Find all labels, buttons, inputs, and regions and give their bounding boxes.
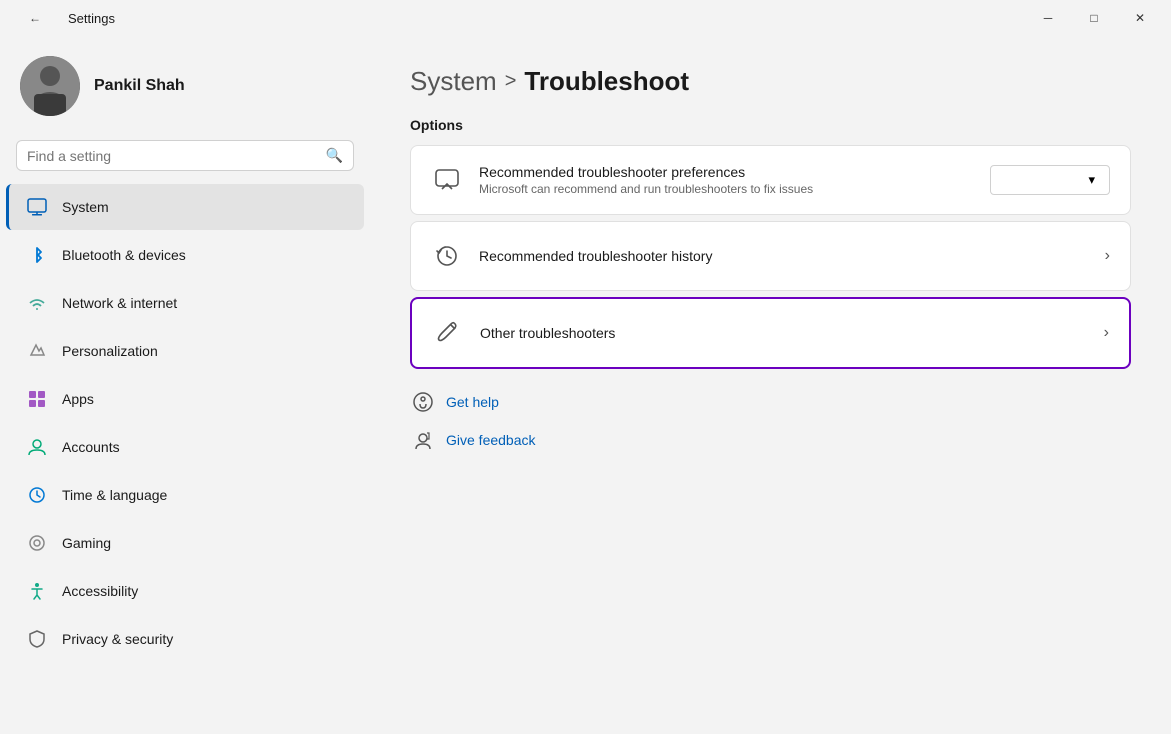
- nav-time-label: Time & language: [62, 487, 167, 503]
- search-icon: 🔍: [326, 147, 343, 164]
- apps-icon: [26, 388, 48, 410]
- chat-icon: [431, 164, 463, 196]
- maximize-button[interactable]: □: [1071, 2, 1117, 34]
- user-name: Pankil Shah: [94, 77, 185, 95]
- main-content: System > Troubleshoot Options Recommende…: [370, 36, 1171, 734]
- minimize-button[interactable]: ─: [1025, 2, 1071, 34]
- card-recommended-prefs: Recommended troubleshooter preferences M…: [410, 145, 1131, 215]
- time-icon: [26, 484, 48, 506]
- chevron-down-icon: ▾: [1088, 172, 1095, 188]
- history-icon: [431, 240, 463, 272]
- nav-bluetooth[interactable]: Bluetooth & devices: [6, 232, 364, 278]
- back-button[interactable]: ←: [12, 2, 58, 34]
- titlebar: ← Settings ─ □ ✕: [0, 0, 1171, 36]
- nav-privacy[interactable]: Privacy & security: [6, 616, 364, 662]
- nav-gaming-label: Gaming: [62, 535, 111, 551]
- card-text-recommended-history: Recommended troubleshooter history: [479, 248, 1089, 264]
- nav-personalization-label: Personalization: [62, 343, 158, 359]
- window-controls: ─ □ ✕: [1025, 2, 1163, 34]
- accounts-icon: [26, 436, 48, 458]
- search-box[interactable]: 🔍: [16, 140, 354, 171]
- get-help-label[interactable]: Get help: [446, 394, 499, 410]
- chevron-right-icon: ›: [1105, 247, 1110, 265]
- back-icon: ←: [29, 11, 41, 25]
- gaming-icon: [26, 532, 48, 554]
- card-text-recommended-prefs: Recommended troubleshooter preferences M…: [479, 164, 974, 196]
- breadcrumb-current: Troubleshoot: [524, 66, 689, 97]
- close-button[interactable]: ✕: [1117, 2, 1163, 34]
- nav-network[interactable]: Network & internet: [6, 280, 364, 326]
- card-recommended-history: Recommended troubleshooter history ›: [410, 221, 1131, 291]
- nav-bluetooth-label: Bluetooth & devices: [62, 247, 186, 263]
- nav-time[interactable]: Time & language: [6, 472, 364, 518]
- card-item-other-troubleshooters[interactable]: Other troubleshooters ›: [412, 299, 1129, 367]
- get-help-icon: [410, 389, 436, 415]
- give-feedback-label[interactable]: Give feedback: [446, 432, 536, 448]
- personalization-icon: [26, 340, 48, 362]
- bluetooth-icon: [26, 244, 48, 266]
- nav-accessibility-label: Accessibility: [62, 583, 138, 599]
- avatar-image: [20, 56, 80, 116]
- card-subtitle-recommended-prefs: Microsoft can recommend and run troubles…: [479, 182, 974, 196]
- links-section: Get help Give feedback: [410, 389, 1131, 453]
- network-icon: [26, 292, 48, 314]
- app-content: Pankil Shah 🔍 System Bluetooth & devices…: [0, 36, 1171, 734]
- chevron-right-other-icon: ›: [1104, 324, 1109, 342]
- card-item-recommended-history[interactable]: Recommended troubleshooter history ›: [411, 222, 1130, 290]
- give-feedback-icon: [410, 427, 436, 453]
- breadcrumb-separator: >: [505, 70, 517, 93]
- nav-privacy-label: Privacy & security: [62, 631, 173, 647]
- nav-gaming[interactable]: Gaming: [6, 520, 364, 566]
- get-help-link[interactable]: Get help: [410, 389, 1131, 415]
- user-profile[interactable]: Pankil Shah: [0, 36, 370, 136]
- section-title: Options: [410, 117, 1131, 133]
- sidebar: Pankil Shah 🔍 System Bluetooth & devices…: [0, 36, 370, 734]
- privacy-icon: [26, 628, 48, 650]
- card-item-recommended-prefs[interactable]: Recommended troubleshooter preferences M…: [411, 146, 1130, 214]
- nav-network-label: Network & internet: [62, 295, 177, 311]
- nav-accounts[interactable]: Accounts: [6, 424, 364, 470]
- system-icon: [26, 196, 48, 218]
- nav-apps[interactable]: Apps: [6, 376, 364, 422]
- avatar: [20, 56, 80, 116]
- wrench-icon: [432, 317, 464, 349]
- give-feedback-link[interactable]: Give feedback: [410, 427, 1131, 453]
- accessibility-icon: [26, 580, 48, 602]
- titlebar-left: ← Settings: [12, 2, 115, 34]
- nav-apps-label: Apps: [62, 391, 94, 407]
- card-title-recommended-prefs: Recommended troubleshooter preferences: [479, 164, 974, 180]
- card-other-troubleshooters: Other troubleshooters ›: [410, 297, 1131, 369]
- nav-accounts-label: Accounts: [62, 439, 120, 455]
- card-title-other-troubleshooters: Other troubleshooters: [480, 325, 1088, 341]
- breadcrumb: System > Troubleshoot: [410, 66, 1131, 97]
- nav-personalization[interactable]: Personalization: [6, 328, 364, 374]
- search-input[interactable]: [27, 148, 318, 164]
- app-title: Settings: [68, 11, 115, 26]
- card-title-recommended-history: Recommended troubleshooter history: [479, 248, 1089, 264]
- nav-system-label: System: [62, 199, 109, 215]
- dropdown-button[interactable]: ▾: [990, 165, 1110, 195]
- nav-accessibility[interactable]: Accessibility: [6, 568, 364, 614]
- card-text-other-troubleshooters: Other troubleshooters: [480, 325, 1088, 341]
- nav-system[interactable]: System: [6, 184, 364, 230]
- breadcrumb-parent[interactable]: System: [410, 66, 497, 97]
